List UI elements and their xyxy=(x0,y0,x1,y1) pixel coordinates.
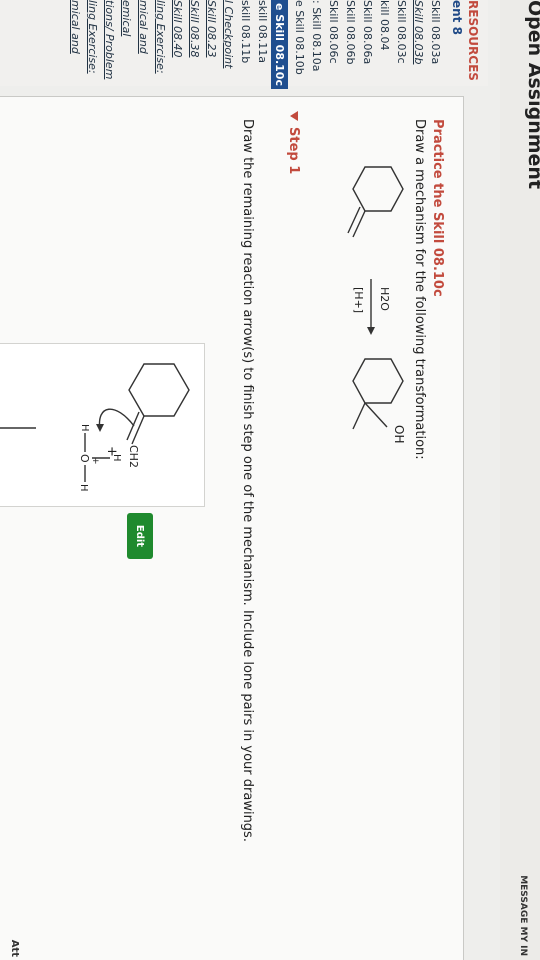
sidebar-item[interactable]: Skill 08.03c xyxy=(393,0,410,86)
caret-down-icon xyxy=(290,111,298,121)
h-top-label: H xyxy=(111,454,122,462)
exocyclic-bond xyxy=(352,210,366,238)
step-1-title: Step 1 xyxy=(286,127,301,175)
window-title-bar: Open Assignment MESSAGE MY IN xyxy=(500,0,540,960)
product-methyl-bond xyxy=(352,402,366,430)
alkene-bond xyxy=(131,415,145,445)
attempt-label: Att xyxy=(9,939,20,957)
sidebar-item[interactable]: Skill 08.06c xyxy=(325,0,342,86)
edit-button[interactable]: Edit xyxy=(127,513,153,559)
sidebar-item[interactable]: Skill 08.03b xyxy=(410,0,427,86)
sidebar-item[interactable]: e Skill 08.10c xyxy=(271,0,288,89)
sidebar-item[interactable]: skill 08.11b xyxy=(237,0,254,86)
window-title: Open Assignment xyxy=(524,0,540,190)
exocyclic-double-bond xyxy=(347,206,361,234)
sidebar-item[interactable]: : Skill 08.10a xyxy=(308,0,325,86)
sidebar-item[interactable]: Skill 08.06a xyxy=(359,0,376,86)
resources-sidebar: RESOURCES ent 8 Skill 08.03a Skill 08.03b… xyxy=(0,0,488,89)
mechanism-drawing: CH2 + H O + H H xyxy=(0,363,190,492)
alkene-double-bond xyxy=(126,411,140,441)
step-1-description: Draw the remaining reaction arrow(s) to … xyxy=(240,119,255,842)
sidebar-subheading: ent 8 xyxy=(450,0,464,35)
sidebar-item[interactable]: tions/ Problem xyxy=(101,0,118,86)
sidebar-item[interactable]: ling Exercise: xyxy=(84,0,101,86)
curved-arrowhead xyxy=(96,424,104,432)
step-1-toggle[interactable]: Step 1 xyxy=(286,111,301,174)
sidebar-item[interactable]: Skill 08.03a xyxy=(427,0,444,86)
sidebar-item[interactable]: l Checkpoint xyxy=(220,0,237,86)
sidebar-item[interactable]: Skill 08.38 xyxy=(186,0,203,86)
message-instructor-button[interactable]: MESSAGE MY IN xyxy=(518,875,528,956)
sidebar-item[interactable]: e Skill 08.10b xyxy=(291,0,308,86)
sidebar-item[interactable]: Skill 08.40 xyxy=(169,0,186,86)
reagent-water: H2O xyxy=(378,287,391,311)
product-oh-label: OH xyxy=(392,425,406,443)
sidebar-item[interactable]: Skill 08.23 xyxy=(203,0,220,86)
product-cyclohexane-ring xyxy=(352,358,404,404)
reagent-acid: [H+] xyxy=(352,287,365,313)
curved-arrow xyxy=(98,408,135,431)
reaction-scheme: H2O [H+] OH xyxy=(347,166,406,443)
sidebar-item[interactable]: mical and xyxy=(135,0,152,86)
reaction-arrowhead xyxy=(367,327,375,335)
h-right-label: H xyxy=(78,484,89,492)
sidebar-list: Skill 08.03a Skill 08.03b Skill 08.03c kill… xyxy=(67,0,444,89)
mechanism-cyclohexane-ring xyxy=(128,363,190,417)
sidebar-item[interactable]: kill 08.04 xyxy=(376,0,393,86)
sidebar-heading: RESOURCES xyxy=(466,0,480,81)
sidebar-item[interactable]: mical and xyxy=(67,0,84,86)
ch2-label: CH2 xyxy=(127,445,140,468)
practice-description: Draw a mechanism for the following trans… xyxy=(412,119,427,460)
sidebar-item[interactable]: Skill 08.06b xyxy=(342,0,359,86)
screen: Open Assignment MESSAGE MY IN RESOURCES … xyxy=(0,0,540,960)
sidebar-item[interactable]: ling Exercise: xyxy=(152,0,169,86)
mechanism-drawing-area[interactable]: CH2 + H O + H H xyxy=(0,343,205,507)
product-c-oh-bond xyxy=(364,402,388,428)
reactant-cyclohexane-ring xyxy=(352,166,404,212)
sidebar-item[interactable]: skill 08.11a xyxy=(254,0,271,86)
practice-title: Practice the Skill 08.10c xyxy=(430,119,445,297)
h-left-label: H xyxy=(79,424,90,432)
sidebar-item[interactable]: emical xyxy=(118,0,135,86)
practice-panel: Practice the Skill 08.10c Draw a mechani… xyxy=(0,96,464,960)
